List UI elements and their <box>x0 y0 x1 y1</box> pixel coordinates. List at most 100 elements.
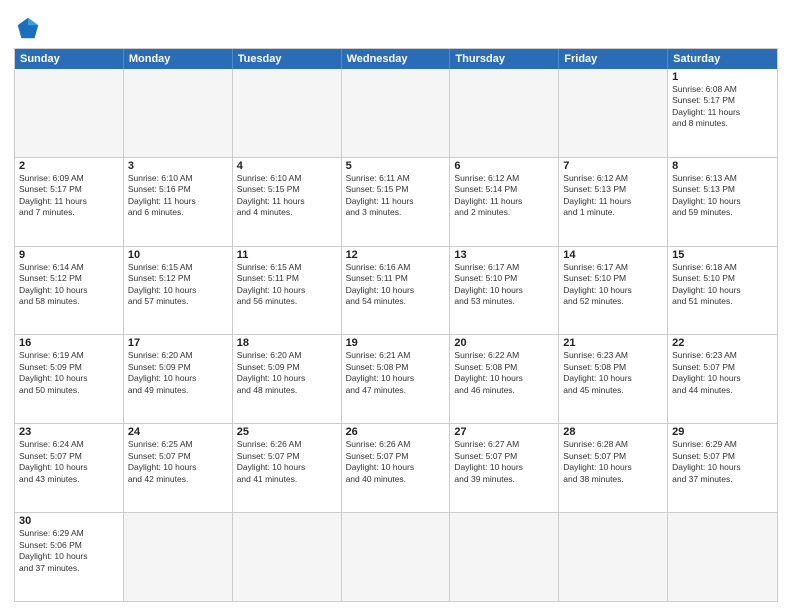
logo <box>14 14 46 42</box>
logo-icon <box>14 14 42 42</box>
day-cell: 22Sunrise: 6:23 AM Sunset: 5:07 PM Dayli… <box>668 335 777 423</box>
day-info: Sunrise: 6:26 AM Sunset: 5:07 PM Dayligh… <box>237 439 337 485</box>
day-cell: 8Sunrise: 6:13 AM Sunset: 5:13 PM Daylig… <box>668 158 777 246</box>
day-number: 3 <box>128 160 228 172</box>
week-row: 23Sunrise: 6:24 AM Sunset: 5:07 PM Dayli… <box>15 423 777 512</box>
day-number: 17 <box>128 337 228 349</box>
calendar-body: 1Sunrise: 6:08 AM Sunset: 5:17 PM Daylig… <box>15 69 777 601</box>
day-number: 8 <box>672 160 773 172</box>
day-cell: 16Sunrise: 6:19 AM Sunset: 5:09 PM Dayli… <box>15 335 124 423</box>
day-info: Sunrise: 6:24 AM Sunset: 5:07 PM Dayligh… <box>19 439 119 485</box>
day-header: Wednesday <box>342 49 451 69</box>
day-number: 15 <box>672 249 773 261</box>
day-cell: 14Sunrise: 6:17 AM Sunset: 5:10 PM Dayli… <box>559 247 668 335</box>
day-cell: 19Sunrise: 6:21 AM Sunset: 5:08 PM Dayli… <box>342 335 451 423</box>
day-cell: 28Sunrise: 6:28 AM Sunset: 5:07 PM Dayli… <box>559 424 668 512</box>
day-number: 23 <box>19 426 119 438</box>
day-cell: 26Sunrise: 6:26 AM Sunset: 5:07 PM Dayli… <box>342 424 451 512</box>
day-cell <box>450 513 559 601</box>
day-header: Friday <box>559 49 668 69</box>
day-number: 13 <box>454 249 554 261</box>
day-headers: SundayMondayTuesdayWednesdayThursdayFrid… <box>15 49 777 69</box>
day-cell <box>233 69 342 157</box>
calendar: SundayMondayTuesdayWednesdayThursdayFrid… <box>14 48 778 602</box>
day-info: Sunrise: 6:26 AM Sunset: 5:07 PM Dayligh… <box>346 439 446 485</box>
week-row: 2Sunrise: 6:09 AM Sunset: 5:17 PM Daylig… <box>15 157 777 246</box>
day-number: 28 <box>563 426 663 438</box>
day-cell: 24Sunrise: 6:25 AM Sunset: 5:07 PM Dayli… <box>124 424 233 512</box>
day-header: Tuesday <box>233 49 342 69</box>
day-info: Sunrise: 6:23 AM Sunset: 5:08 PM Dayligh… <box>563 350 663 396</box>
day-number: 29 <box>672 426 773 438</box>
week-row: 16Sunrise: 6:19 AM Sunset: 5:09 PM Dayli… <box>15 334 777 423</box>
day-info: Sunrise: 6:15 AM Sunset: 5:12 PM Dayligh… <box>128 262 228 308</box>
day-cell: 5Sunrise: 6:11 AM Sunset: 5:15 PM Daylig… <box>342 158 451 246</box>
day-number: 30 <box>19 515 119 527</box>
day-number: 12 <box>346 249 446 261</box>
day-cell: 11Sunrise: 6:15 AM Sunset: 5:11 PM Dayli… <box>233 247 342 335</box>
day-cell: 9Sunrise: 6:14 AM Sunset: 5:12 PM Daylig… <box>15 247 124 335</box>
day-info: Sunrise: 6:20 AM Sunset: 5:09 PM Dayligh… <box>128 350 228 396</box>
day-cell: 17Sunrise: 6:20 AM Sunset: 5:09 PM Dayli… <box>124 335 233 423</box>
day-cell: 12Sunrise: 6:16 AM Sunset: 5:11 PM Dayli… <box>342 247 451 335</box>
day-info: Sunrise: 6:29 AM Sunset: 5:07 PM Dayligh… <box>672 439 773 485</box>
day-info: Sunrise: 6:29 AM Sunset: 5:06 PM Dayligh… <box>19 528 119 574</box>
day-number: 2 <box>19 160 119 172</box>
day-number: 7 <box>563 160 663 172</box>
day-info: Sunrise: 6:13 AM Sunset: 5:13 PM Dayligh… <box>672 173 773 219</box>
day-info: Sunrise: 6:23 AM Sunset: 5:07 PM Dayligh… <box>672 350 773 396</box>
day-number: 10 <box>128 249 228 261</box>
day-info: Sunrise: 6:12 AM Sunset: 5:13 PM Dayligh… <box>563 173 663 219</box>
day-cell: 13Sunrise: 6:17 AM Sunset: 5:10 PM Dayli… <box>450 247 559 335</box>
day-cell <box>450 69 559 157</box>
day-cell <box>559 69 668 157</box>
day-info: Sunrise: 6:27 AM Sunset: 5:07 PM Dayligh… <box>454 439 554 485</box>
day-number: 21 <box>563 337 663 349</box>
day-info: Sunrise: 6:08 AM Sunset: 5:17 PM Dayligh… <box>672 84 773 130</box>
day-info: Sunrise: 6:22 AM Sunset: 5:08 PM Dayligh… <box>454 350 554 396</box>
day-header: Sunday <box>15 49 124 69</box>
week-row: 1Sunrise: 6:08 AM Sunset: 5:17 PM Daylig… <box>15 69 777 157</box>
day-cell: 1Sunrise: 6:08 AM Sunset: 5:17 PM Daylig… <box>668 69 777 157</box>
day-info: Sunrise: 6:15 AM Sunset: 5:11 PM Dayligh… <box>237 262 337 308</box>
day-info: Sunrise: 6:19 AM Sunset: 5:09 PM Dayligh… <box>19 350 119 396</box>
day-number: 11 <box>237 249 337 261</box>
day-header: Saturday <box>668 49 777 69</box>
day-cell: 30Sunrise: 6:29 AM Sunset: 5:06 PM Dayli… <box>15 513 124 601</box>
page: SundayMondayTuesdayWednesdayThursdayFrid… <box>0 0 792 612</box>
day-cell <box>233 513 342 601</box>
day-number: 20 <box>454 337 554 349</box>
day-cell <box>668 513 777 601</box>
day-number: 14 <box>563 249 663 261</box>
day-cell: 4Sunrise: 6:10 AM Sunset: 5:15 PM Daylig… <box>233 158 342 246</box>
day-number: 25 <box>237 426 337 438</box>
day-cell: 10Sunrise: 6:15 AM Sunset: 5:12 PM Dayli… <box>124 247 233 335</box>
day-cell: 3Sunrise: 6:10 AM Sunset: 5:16 PM Daylig… <box>124 158 233 246</box>
day-cell <box>124 69 233 157</box>
day-number: 22 <box>672 337 773 349</box>
day-cell: 15Sunrise: 6:18 AM Sunset: 5:10 PM Dayli… <box>668 247 777 335</box>
day-info: Sunrise: 6:12 AM Sunset: 5:14 PM Dayligh… <box>454 173 554 219</box>
day-cell: 29Sunrise: 6:29 AM Sunset: 5:07 PM Dayli… <box>668 424 777 512</box>
week-row: 30Sunrise: 6:29 AM Sunset: 5:06 PM Dayli… <box>15 512 777 601</box>
day-cell: 27Sunrise: 6:27 AM Sunset: 5:07 PM Dayli… <box>450 424 559 512</box>
day-cell: 6Sunrise: 6:12 AM Sunset: 5:14 PM Daylig… <box>450 158 559 246</box>
day-info: Sunrise: 6:17 AM Sunset: 5:10 PM Dayligh… <box>563 262 663 308</box>
day-number: 24 <box>128 426 228 438</box>
day-number: 6 <box>454 160 554 172</box>
day-info: Sunrise: 6:16 AM Sunset: 5:11 PM Dayligh… <box>346 262 446 308</box>
day-info: Sunrise: 6:10 AM Sunset: 5:15 PM Dayligh… <box>237 173 337 219</box>
day-number: 19 <box>346 337 446 349</box>
day-number: 9 <box>19 249 119 261</box>
day-header: Monday <box>124 49 233 69</box>
day-number: 26 <box>346 426 446 438</box>
day-cell <box>342 513 451 601</box>
day-info: Sunrise: 6:09 AM Sunset: 5:17 PM Dayligh… <box>19 173 119 219</box>
day-info: Sunrise: 6:18 AM Sunset: 5:10 PM Dayligh… <box>672 262 773 308</box>
day-cell <box>342 69 451 157</box>
day-cell <box>559 513 668 601</box>
day-cell: 2Sunrise: 6:09 AM Sunset: 5:17 PM Daylig… <box>15 158 124 246</box>
day-cell: 21Sunrise: 6:23 AM Sunset: 5:08 PM Dayli… <box>559 335 668 423</box>
day-cell: 23Sunrise: 6:24 AM Sunset: 5:07 PM Dayli… <box>15 424 124 512</box>
day-cell: 7Sunrise: 6:12 AM Sunset: 5:13 PM Daylig… <box>559 158 668 246</box>
